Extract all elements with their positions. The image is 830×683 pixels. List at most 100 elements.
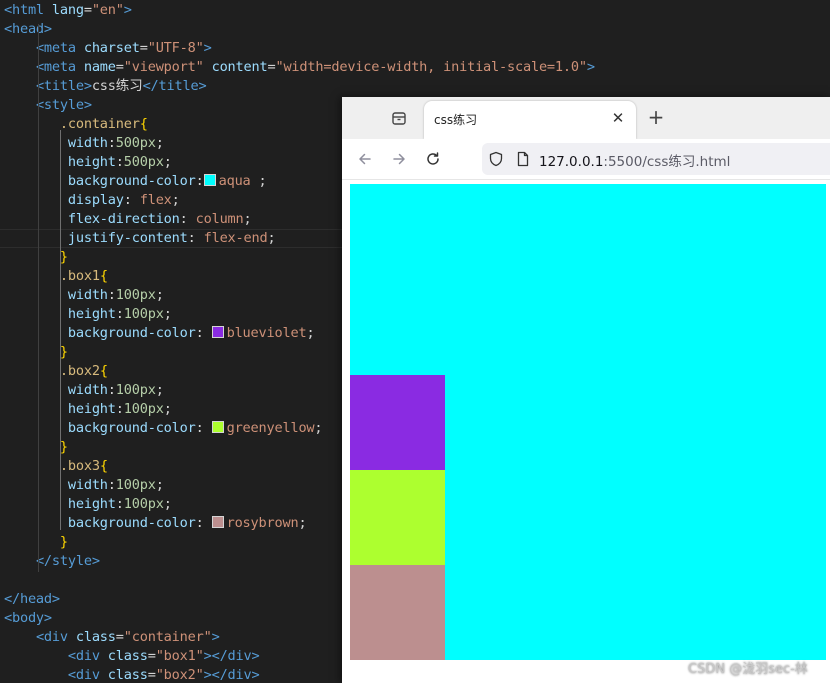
code-token: height — [67, 154, 116, 170]
code-token: flex — [139, 192, 172, 208]
code-token: width — [67, 382, 108, 398]
back-button[interactable] — [354, 148, 376, 170]
code-line: display: flex; — [0, 191, 180, 210]
code-line: background-color: blueviolet; — [0, 324, 315, 343]
code-token: .box2 — [59, 363, 100, 379]
code-line: <head> — [0, 20, 52, 39]
code-line: </style> — [0, 552, 100, 571]
code-token: "en" — [91, 2, 124, 18]
code-line: .box3{ — [0, 457, 108, 476]
code-token: : — [107, 477, 116, 493]
code-token: class — [99, 648, 148, 664]
color-swatch[interactable] — [211, 516, 224, 528]
code-line: <meta charset="UTF-8"> — [0, 39, 212, 58]
url-path: :5500/css练习.html — [603, 154, 731, 170]
code-token: > — [203, 40, 212, 56]
code-token: } — [59, 439, 68, 455]
code-line: height:500px; — [0, 153, 172, 172]
code-line: <body> — [0, 609, 52, 628]
code-token: class — [99, 667, 148, 683]
code-token: = — [147, 648, 156, 664]
new-tab-button[interactable]: + — [646, 105, 666, 129]
code-token: } — [59, 534, 68, 550]
code-token: "container" — [123, 629, 212, 645]
forward-button[interactable] — [388, 148, 410, 170]
code-token: height — [67, 306, 116, 322]
code-token: background-color — [67, 325, 196, 341]
code-token: : — [107, 287, 116, 303]
color-swatch[interactable] — [211, 421, 224, 433]
code-token: 100px — [115, 477, 156, 493]
code-token: class — [67, 629, 116, 645]
code-token: = — [139, 40, 148, 56]
code-token: : — [179, 211, 196, 227]
code-token: height — [67, 496, 116, 512]
code-token: 500px — [115, 135, 156, 151]
code-token: .box3 — [59, 458, 100, 474]
code-token: charset — [75, 40, 140, 56]
code-token: greenyellow — [226, 420, 315, 436]
code-token: blueviolet — [226, 325, 307, 341]
code-token: column — [195, 211, 244, 227]
code-line: background-color: aqua ; — [0, 172, 267, 191]
arrow-left-icon — [359, 153, 371, 165]
code-token: { — [99, 458, 108, 474]
color-swatch[interactable] — [211, 326, 224, 338]
page-icon[interactable] — [515, 151, 531, 167]
code-token: ; — [163, 401, 172, 417]
code-token: <div — [67, 667, 100, 683]
code-line: <div class="box2"></div> — [0, 666, 260, 683]
url-bar[interactable]: 127.0.0.1:5500/css练习.html — [482, 143, 830, 175]
code-line: } — [0, 248, 68, 267]
code-token: css练习 — [91, 78, 143, 94]
code-token: ; — [163, 154, 172, 170]
code-line: .box1{ — [0, 267, 108, 286]
code-line: width:500px; — [0, 134, 164, 153]
flex-container — [350, 184, 826, 660]
code-token: </title> — [142, 78, 207, 94]
code-token: background-color — [67, 173, 196, 189]
code-line: } — [0, 533, 68, 552]
code-line: .container{ — [0, 115, 148, 134]
code-line: background-color: rosybrown; — [0, 514, 307, 533]
code-token: : — [115, 401, 124, 417]
close-icon[interactable]: ✕ — [610, 109, 626, 127]
code-token: "box2" — [155, 667, 204, 683]
tab-overview-button[interactable] — [388, 108, 410, 128]
code-token: } — [59, 344, 68, 360]
code-token: > — [211, 629, 220, 645]
code-token: 500px — [123, 154, 164, 170]
code-token: > — [586, 59, 595, 75]
code-token: .box1 — [59, 268, 100, 284]
code-token: rosybrown — [226, 515, 299, 531]
preview-box3 — [350, 565, 445, 660]
code-token: = — [115, 629, 124, 645]
color-swatch[interactable] — [203, 174, 216, 186]
code-token: = — [115, 59, 124, 75]
url-text[interactable]: 127.0.0.1:5500/css练习.html — [539, 150, 730, 170]
code-token: name — [75, 59, 116, 75]
code-token: content — [203, 59, 268, 75]
code-token: "UTF-8" — [147, 40, 204, 56]
code-token: : — [195, 173, 204, 189]
code-token: justify-content — [67, 230, 188, 246]
reload-button[interactable] — [422, 148, 444, 170]
code-line: } — [0, 343, 68, 362]
tab-css-practice[interactable]: css练习 ✕ — [424, 101, 636, 139]
shield-icon[interactable] — [488, 151, 504, 167]
tabs-tray-icon — [392, 112, 406, 125]
code-token: : — [107, 135, 116, 151]
code-token: ; — [314, 420, 323, 436]
code-token: : — [123, 192, 140, 208]
code-token: <div — [67, 648, 100, 664]
